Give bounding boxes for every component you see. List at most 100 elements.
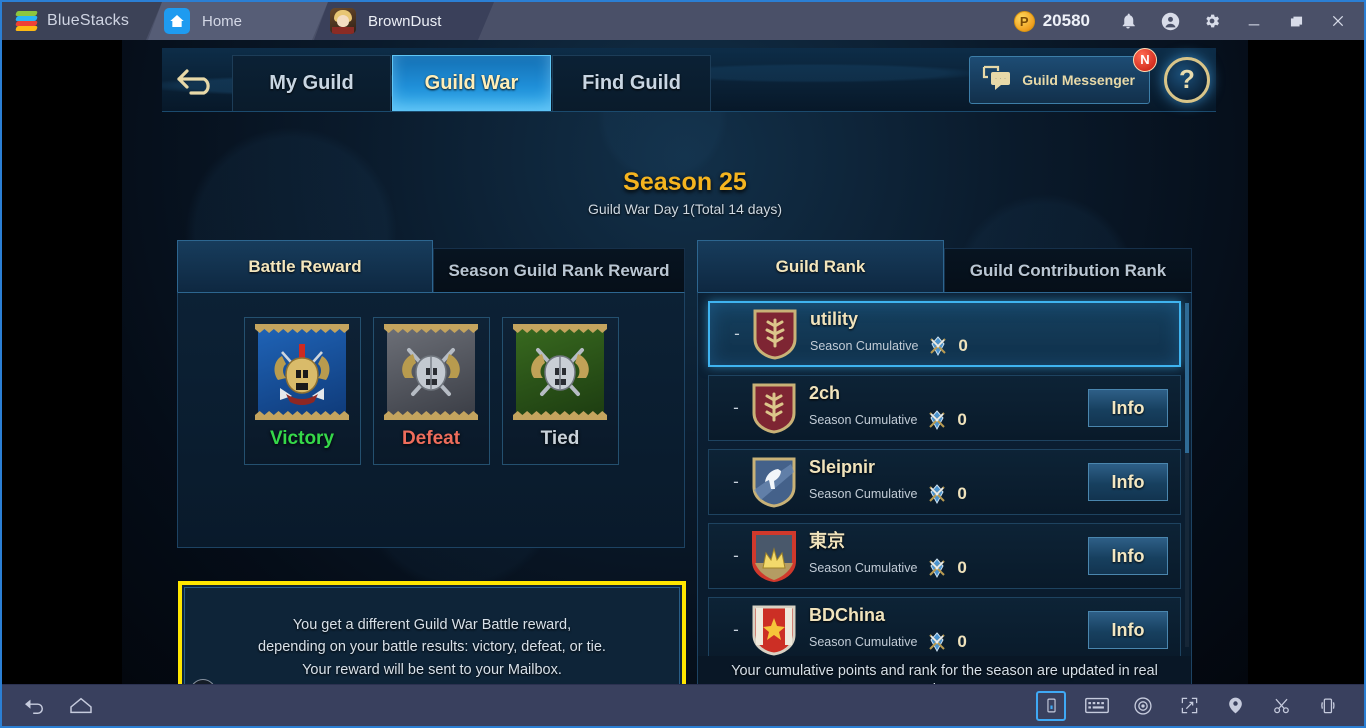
location-icon[interactable]	[1220, 691, 1250, 721]
tab-guild-war[interactable]: Guild War	[392, 55, 551, 111]
red-crown-crest-icon	[751, 530, 797, 583]
guild-name: BDChina	[809, 605, 885, 626]
crossed-swords-icon	[926, 334, 950, 358]
cumulative-points: 0	[957, 409, 967, 429]
season-subtitle: Guild War Day 1(Total 14 days)	[588, 201, 782, 217]
battle-reward-panel: Battle Reward Season Guild Rank Reward V…	[177, 240, 686, 684]
portrait-mode-icon[interactable]	[1036, 690, 1066, 721]
season-header: Season 25 Guild War Day 1(Total 14 days)	[122, 168, 1248, 217]
reward-card-victory[interactable]: Victory	[243, 317, 361, 465]
info-button[interactable]: Info	[1088, 389, 1168, 427]
android-back-icon[interactable]	[20, 691, 50, 721]
settings-gear-icon[interactable]	[1192, 2, 1232, 40]
keyboard-controls-icon[interactable]	[1082, 691, 1112, 721]
fullscreen-icon[interactable]	[1174, 691, 1204, 721]
season-cumulative-label: Season Cumulative	[809, 560, 918, 575]
scissors-icon[interactable]	[1266, 691, 1296, 721]
browndust-guild-war-screen: My Guild Guild War Find Guild Guild Mess…	[122, 40, 1248, 684]
season-cumulative-label: Season Cumulative	[809, 486, 918, 501]
shake-device-icon[interactable]	[1312, 691, 1342, 721]
victory-banner-icon	[255, 324, 349, 420]
cumulative-points: 0	[957, 557, 967, 577]
tab-my-guild[interactable]: My Guild	[232, 55, 391, 111]
minimize-icon[interactable]	[1234, 2, 1274, 40]
maroon-wheat-crest-icon	[752, 308, 798, 360]
battle-reward-description: You get a different Guild War Battle rew…	[258, 616, 606, 678]
header-right-controls: Guild Messenger N ?	[969, 47, 1216, 104]
tab-guild-rank[interactable]: Guild Rank	[697, 240, 944, 292]
guild-entry: Sleipnir Season Cumulative 0	[809, 457, 1088, 506]
table-row[interactable]: - 2ch Season Cumulative 0 Info	[708, 375, 1181, 441]
guild-name: Sleipnir	[809, 457, 876, 478]
messenger-new-badge: N	[1133, 47, 1157, 72]
info-button[interactable]: Info	[1088, 537, 1168, 575]
chat-bubbles-icon	[980, 63, 1014, 96]
bluestacks-brand-label: BlueStacks	[47, 12, 130, 29]
guild-entry: BDChina Season Cumulative 0	[809, 605, 1088, 654]
tab-find-guild-label: Find Guild	[582, 72, 681, 94]
tab-find-guild[interactable]: Find Guild	[552, 55, 711, 111]
table-row[interactable]: - utility Season Cumulative 0	[708, 301, 1181, 367]
defeat-banner-icon	[384, 324, 478, 420]
crossed-swords-icon	[925, 482, 949, 506]
bluestacks-titlebar: BlueStacks Home BrownDust P 20580	[2, 2, 1364, 40]
season-cumulative-label: Season Cumulative	[810, 338, 919, 353]
tab-guild-contribution-rank[interactable]: Guild Contribution Rank	[944, 248, 1192, 292]
maroon-wheat-crest-icon	[751, 382, 797, 434]
rank-position: -	[733, 620, 739, 639]
guild-entry: 東京 Season Cumulative 0	[809, 531, 1088, 580]
restore-icon[interactable]	[1276, 2, 1316, 40]
guild-rank-panel: Guild Rank Guild Contribution Rank - uti…	[697, 240, 1192, 684]
bluestacks-logo-icon	[16, 11, 38, 31]
crossed-swords-icon	[925, 408, 949, 432]
guild-rank-list[interactable]: - utility Season Cumulative 0 - 2ch Seas…	[697, 292, 1192, 684]
rank-position: -	[734, 324, 740, 343]
android-home-icon[interactable]	[66, 691, 96, 721]
tab-battle-reward-label: Battle Reward	[248, 256, 362, 276]
game-viewport: My Guild Guild War Find Guild Guild Mess…	[2, 40, 1364, 684]
macro-record-icon[interactable]	[1128, 691, 1158, 721]
tab-battle-reward[interactable]: Battle Reward	[177, 240, 433, 292]
table-row[interactable]: - BDChina Season Cumulative 0 Info	[708, 597, 1181, 663]
window-tab-home-label: Home	[202, 12, 243, 30]
reward-card-tied[interactable]: Tied	[501, 317, 619, 465]
rank-position: -	[733, 398, 739, 417]
right-panel-tabs: Guild Rank Guild Contribution Rank	[697, 240, 1192, 292]
guild-messenger-button[interactable]: Guild Messenger N	[969, 47, 1157, 104]
help-button[interactable]: ?	[1164, 56, 1210, 103]
info-button[interactable]: Info	[1088, 611, 1168, 649]
info-button[interactable]: Info	[1088, 463, 1168, 501]
home-icon	[164, 8, 190, 34]
window-tab-home[interactable]: Home	[148, 2, 328, 40]
guild-nav-tabs: My Guild Guild War Find Guild	[232, 48, 712, 111]
season-title: Season 25	[623, 168, 747, 196]
guild-entry: 2ch Season Cumulative 0	[809, 383, 1088, 432]
bluestacks-brand: BlueStacks	[2, 2, 162, 40]
titlebar-right-controls: P 20580	[998, 2, 1364, 40]
back-arrow-icon[interactable]	[162, 63, 232, 97]
reward-label-tied: Tied	[540, 428, 580, 449]
close-icon[interactable]	[1318, 2, 1358, 40]
account-avatar-icon[interactable]	[1150, 2, 1190, 40]
tied-banner-icon	[513, 324, 607, 420]
bluestacks-window: BlueStacks Home BrownDust P 20580 My Gui…	[0, 0, 1366, 728]
annotation-marker-a: A	[190, 679, 216, 684]
table-row[interactable]: - 東京 Season Cumulative 0 Info	[708, 523, 1181, 589]
rank-position: -	[733, 546, 739, 565]
rank-list-scrollbar[interactable]	[1185, 303, 1189, 647]
notifications-bell-icon[interactable]	[1108, 2, 1148, 40]
table-row[interactable]: - Sleipnir Season Cumulative 0 Info	[708, 449, 1181, 515]
tab-guild-war-label: Guild War	[424, 72, 519, 94]
cumulative-points: 0	[958, 335, 968, 355]
window-tab-browndust[interactable]: BrownDust	[314, 2, 494, 40]
tab-my-guild-label: My Guild	[269, 72, 354, 94]
reward-card-defeat[interactable]: Defeat	[372, 317, 490, 465]
battle-reward-body: Victory Defeat Tied You get a different …	[177, 292, 686, 684]
tab-guild-contribution-rank-label: Guild Contribution Rank	[969, 260, 1167, 280]
season-cumulative-label: Season Cumulative	[809, 412, 918, 427]
points-display[interactable]: P 20580	[998, 10, 1106, 32]
tab-season-guild-rank-reward-label: Season Guild Rank Reward	[448, 260, 670, 280]
tab-season-guild-rank-reward[interactable]: Season Guild Rank Reward	[433, 248, 685, 292]
android-toolbar	[2, 684, 1364, 726]
scrollbar-thumb[interactable]	[1185, 303, 1189, 453]
